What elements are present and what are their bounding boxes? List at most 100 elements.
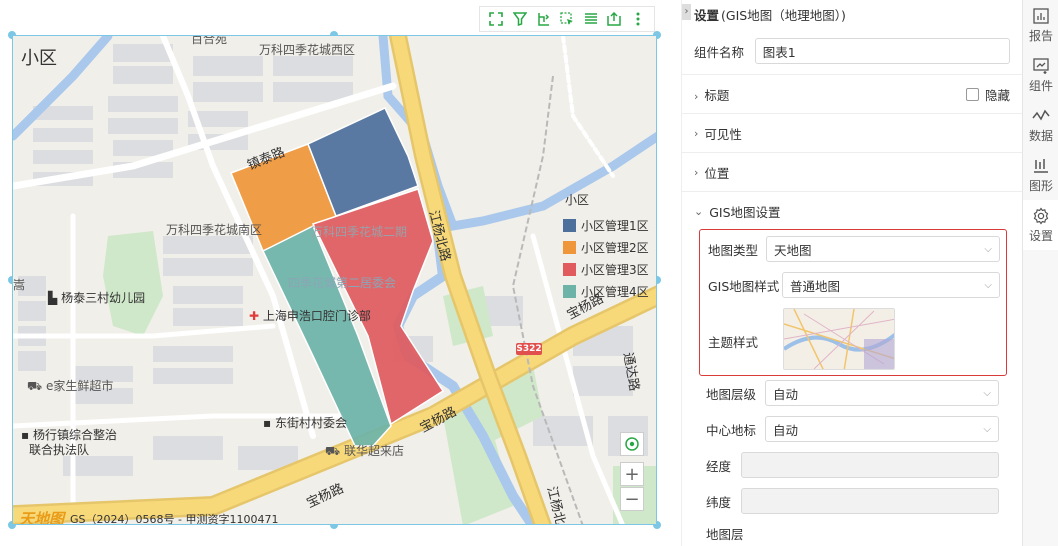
section-position[interactable]: › 位置 — [682, 152, 1022, 191]
chevron-down-icon: ⌵ — [983, 423, 991, 435]
locate-icon — [625, 437, 639, 451]
report-icon — [1033, 7, 1049, 24]
panel-title: 设置 — [694, 7, 720, 23]
map-canvas[interactable]: 小区 百合苑 万科四季花城西区 万科四季花城南区 万科四季花城二期 四季花城第二… — [12, 35, 657, 525]
map-type-row: 地图类型 天地图 ⌵ — [696, 236, 1012, 262]
chevron-right-icon: › — [694, 165, 699, 179]
place-label-text: 杨泰三村幼儿园 — [61, 291, 146, 305]
place-label: 联合执法队 — [29, 443, 90, 457]
panel-subtitle: (GIS地图（地理地图）) — [721, 7, 846, 23]
zoom-in-button[interactable]: + — [620, 462, 644, 486]
section-title-label: 标题 — [704, 87, 730, 103]
center-select[interactable]: 自动 ⌵ — [765, 416, 999, 442]
hospital-icon: ✚ — [249, 309, 260, 323]
panel-header: › 设置 (GIS地图（地理地图）) — [682, 0, 1022, 28]
chevron-down-icon: ⌄ — [694, 204, 704, 218]
theme-thumbnail[interactable] — [783, 308, 895, 370]
map-layer-label: 地图层 — [706, 527, 744, 542]
tab-data[interactable]: 数据 — [1023, 100, 1058, 150]
map-type-value: 天地图 — [774, 242, 812, 258]
map-style-value: 普通地图 — [790, 278, 841, 294]
latitude-row: 纬度 — [694, 488, 999, 514]
place-label-text: 杨行镇综合整治 — [32, 428, 117, 442]
map-level-row: 地图层级 自动 ⌵ — [694, 380, 999, 406]
drill-icon[interactable] — [534, 10, 552, 28]
section-gis[interactable]: ⌄ GIS地图设置 — [682, 191, 1022, 230]
tab-component-label: 组件 — [1028, 78, 1053, 93]
section-visibility-label: 可见性 — [704, 126, 742, 142]
chevron-right-icon: › — [694, 126, 699, 140]
tab-settings[interactable]: 设置 — [1023, 200, 1058, 250]
locate-button[interactable] — [620, 432, 644, 456]
longitude-input[interactable] — [741, 452, 999, 478]
tab-shape-label: 图形 — [1028, 178, 1053, 193]
place-label: ✚ 上海申浩口腔门诊部 — [249, 307, 371, 324]
map-style-select[interactable]: 普通地图 ⌵ — [782, 272, 1000, 298]
place-label-text: e家生鲜超市 — [45, 379, 114, 393]
map-style-row: GIS地图样式 普通地图 ⌵ — [696, 272, 1012, 298]
map-copyright: 天地图 GS（2024）0568号 - 甲测资字1100471 — [19, 508, 279, 525]
poi-dot-icon: ▪ — [263, 416, 272, 430]
settings-panel: › 设置 (GIS地图（地理地图）) 组件名称 图表1 › 标题 隐藏 › 可见性 … — [681, 0, 1022, 546]
legend-title: 小区 — [565, 193, 590, 207]
component-name-row: 组件名称 图表1 — [682, 28, 1022, 74]
export-icon[interactable] — [605, 10, 623, 28]
place-label: 嵩 — [13, 278, 26, 292]
legend-swatch — [563, 218, 576, 232]
chevron-down-icon: ⌵ — [984, 243, 992, 255]
chart-toolbar — [479, 6, 655, 32]
legend-item[interactable]: 小区管理4区 — [563, 280, 649, 302]
legend-swatch — [563, 284, 576, 298]
tab-report[interactable]: 报告 — [1023, 0, 1058, 50]
center-row: 中心地标 自动 ⌵ — [694, 416, 999, 442]
place-label: 万科四季花城南区 — [166, 223, 263, 237]
legend-item[interactable]: 小区管理1区 — [563, 214, 649, 236]
tab-report-label: 报告 — [1028, 28, 1053, 43]
legend-label: 小区管理4区 — [581, 284, 649, 299]
collapse-panel-icon[interactable]: › — [682, 4, 691, 20]
section-visibility[interactable]: › 可见性 — [682, 113, 1022, 152]
map-thumbnail-icon — [784, 309, 894, 369]
section-title[interactable]: › 标题 隐藏 — [682, 74, 1022, 113]
place-label: 万科四季花城二期 — [311, 225, 408, 239]
legend-item[interactable]: 小区管理3区 — [563, 258, 649, 280]
place-label-text: 上海申浩口腔门诊部 — [262, 309, 371, 323]
place-label: 百合苑 — [191, 35, 228, 46]
center-value: 自动 — [773, 422, 799, 438]
legend-label: 小区管理1区 — [581, 218, 649, 233]
place-label: ⛟ 联华超来店 — [325, 442, 404, 460]
map-level-label: 地图层级 — [706, 386, 757, 402]
more-icon[interactable] — [629, 10, 647, 28]
chevron-right-icon: › — [694, 89, 699, 103]
data-icon — [1032, 109, 1050, 120]
poi-dot-icon: ▪ — [21, 428, 30, 442]
filter-icon[interactable] — [511, 10, 529, 28]
component-name-label: 组件名称 — [694, 44, 745, 60]
road-shield: S322 — [516, 344, 542, 354]
copyright-text: GS（2024）0568号 - 甲测资字1100471 — [70, 512, 279, 525]
legend-label: 小区管理3区 — [581, 262, 649, 277]
legend-item[interactable]: 小区管理2区 — [563, 236, 649, 258]
fullscreen-icon[interactable] — [487, 10, 505, 28]
list-icon[interactable] — [582, 10, 600, 28]
chevron-down-icon: ⌵ — [984, 279, 992, 291]
component-name-input[interactable]: 图表1 — [754, 38, 1010, 64]
select-icon[interactable] — [558, 10, 576, 28]
map-level-select[interactable]: 自动 ⌵ — [765, 380, 999, 406]
section-gis-label: GIS地图设置 — [709, 204, 781, 220]
place-label-text: 联华超来店 — [343, 444, 404, 458]
map-type-select[interactable]: 天地图 ⌵ — [766, 236, 1000, 262]
zoom-out-button[interactable]: − — [620, 487, 644, 511]
tab-component[interactable]: 组件 — [1023, 50, 1058, 100]
hide-checkbox[interactable]: 隐藏 — [965, 85, 1010, 104]
right-tab-bar: 报告 组件 数据 图形 设置 — [1022, 0, 1058, 546]
theme-label: 主题样式 — [708, 335, 759, 350]
tab-data-label: 数据 — [1028, 128, 1053, 143]
tab-shape[interactable]: 图形 — [1023, 150, 1058, 200]
legend-swatch — [563, 240, 576, 254]
map-level-value: 自动 — [773, 386, 799, 402]
section-position-label: 位置 — [704, 165, 730, 181]
latitude-input[interactable] — [741, 488, 999, 514]
place-label: ▪ 东街村村委会 — [263, 414, 347, 431]
map-area: 小区 百合苑 万科四季花城西区 万科四季花城南区 万科四季花城二期 四季花城第二… — [0, 0, 670, 546]
